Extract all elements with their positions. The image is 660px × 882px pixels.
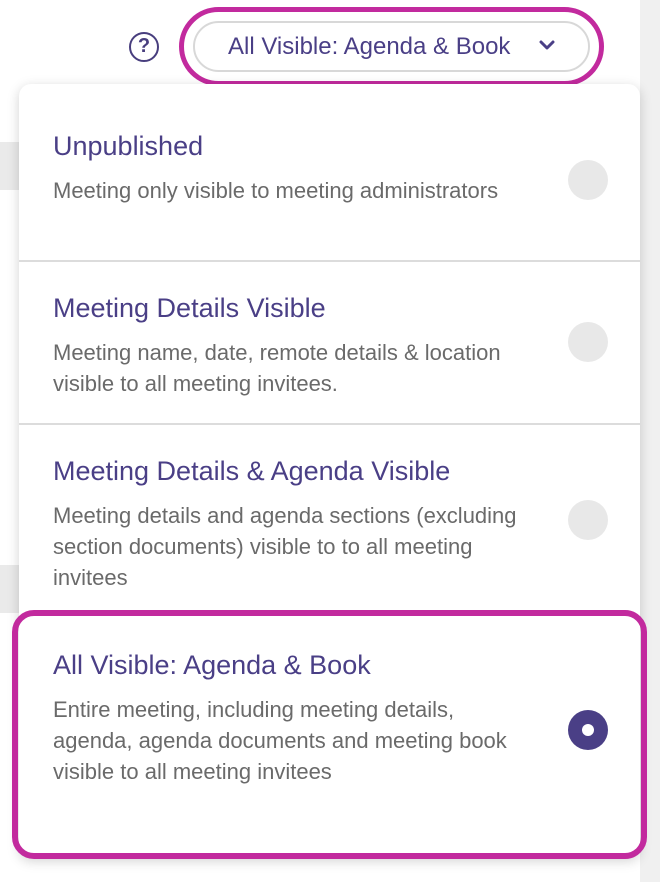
chevron-down-icon — [539, 40, 555, 49]
visibility-select-value: All Visible: Agenda & Book — [228, 32, 511, 60]
option-description: Meeting details and agenda sections (exc… — [53, 503, 517, 590]
option-title: Meeting Details & Agenda Visible — [53, 456, 451, 486]
option-title: Meeting Details Visible — [53, 293, 326, 323]
radio-button[interactable] — [568, 322, 608, 362]
option-meeting-details-agenda-visible[interactable]: Meeting Details & Agenda Visible Meeting… — [19, 425, 640, 615]
visibility-select-highlight: All Visible: Agenda & Book — [179, 7, 604, 86]
option-description: Meeting name, date, remote details & loc… — [53, 340, 501, 396]
radio-button-selected[interactable] — [568, 710, 608, 750]
option-all-visible-agenda-book[interactable]: All Visible: Agenda & Book Entire meetin… — [19, 615, 640, 858]
help-button-label: ? — [137, 35, 151, 57]
radio-button[interactable] — [568, 160, 608, 200]
option-title: All Visible: Agenda & Book — [53, 650, 371, 680]
option-meeting-details-visible[interactable]: Meeting Details Visible Meeting name, da… — [19, 262, 640, 423]
visibility-select[interactable]: All Visible: Agenda & Book — [193, 21, 590, 72]
option-title: Unpublished — [53, 131, 204, 161]
help-button[interactable]: ? — [129, 32, 159, 62]
option-description: Meeting only visible to meeting administ… — [53, 178, 499, 203]
option-description: Entire meeting, including meeting detail… — [53, 697, 507, 784]
radio-button[interactable] — [568, 500, 608, 540]
option-unpublished[interactable]: Unpublished Meeting only visible to meet… — [19, 84, 640, 260]
visibility-dropdown-menu: Unpublished Meeting only visible to meet… — [19, 84, 640, 858]
